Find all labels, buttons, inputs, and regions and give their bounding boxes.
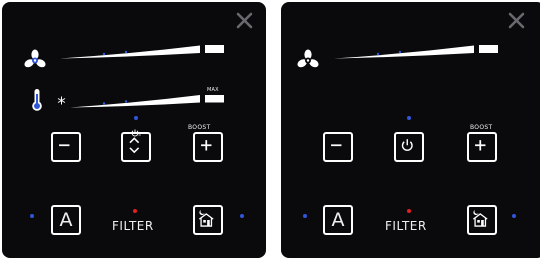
control-panel-right: BOOST A FILTER xyxy=(281,2,540,258)
fan-level-marker-2 xyxy=(398,50,402,54)
filter-label: FILTER xyxy=(112,219,154,233)
right-indicator-dot xyxy=(240,214,244,218)
temp-level-marker-2 xyxy=(124,100,128,103)
fan-speed-bar[interactable] xyxy=(60,42,225,59)
control-panel-left: MAX BOOST A FILTER xyxy=(2,2,266,258)
plus-button[interactable] xyxy=(467,132,497,162)
boost-label: BOOST xyxy=(470,124,492,131)
minus-icon xyxy=(331,144,342,147)
fan-level-marker-1 xyxy=(376,52,380,56)
temp-level-marker-1 xyxy=(102,102,106,105)
close-icon[interactable] xyxy=(508,12,525,29)
swing-button[interactable] xyxy=(121,132,151,162)
plus-button[interactable] xyxy=(193,132,223,162)
thermometer-icon xyxy=(31,88,43,112)
auto-mode-button[interactable]: A xyxy=(51,205,81,235)
home-night-icon xyxy=(472,210,488,227)
fan-icon xyxy=(297,49,319,71)
boost-label-text: BOOST xyxy=(470,124,493,131)
plus-icon xyxy=(475,140,486,151)
home-night-icon xyxy=(198,210,214,227)
filter-label: FILTER xyxy=(385,219,427,233)
power-button[interactable] xyxy=(394,132,424,162)
minus-button[interactable] xyxy=(51,132,81,162)
left-indicator-dot xyxy=(303,214,307,218)
fan-speed-bar[interactable] xyxy=(334,42,499,59)
filter-alert-dot xyxy=(133,209,137,213)
power-icon xyxy=(401,139,413,151)
left-indicator-dot xyxy=(30,214,34,218)
snowflake-icon xyxy=(57,92,66,105)
max-label: MAX xyxy=(207,87,219,93)
temperature-bar[interactable] xyxy=(70,92,225,108)
auto-label: A xyxy=(331,209,345,231)
up-down-arrows-icon xyxy=(129,137,140,154)
power-timer-icon xyxy=(131,124,141,137)
boost-label-text: BOOST xyxy=(188,124,211,131)
minus-button[interactable] xyxy=(323,132,353,162)
mode-indicator-dot xyxy=(134,116,138,120)
mode-indicator-dot xyxy=(407,116,411,120)
auto-mode-button[interactable]: A xyxy=(323,205,353,235)
fan-level-marker-2 xyxy=(124,50,128,54)
plus-icon xyxy=(201,140,212,151)
auto-label: A xyxy=(59,209,73,231)
right-indicator-dot xyxy=(512,214,516,218)
minus-icon xyxy=(59,144,70,147)
fan-level-marker-1 xyxy=(102,52,106,56)
boost-label: BOOST xyxy=(188,124,210,131)
close-icon[interactable] xyxy=(236,12,253,29)
home-moon-button[interactable] xyxy=(193,205,223,235)
filter-alert-dot xyxy=(407,209,411,213)
fan-icon xyxy=(24,49,46,71)
home-moon-button[interactable] xyxy=(467,205,497,235)
